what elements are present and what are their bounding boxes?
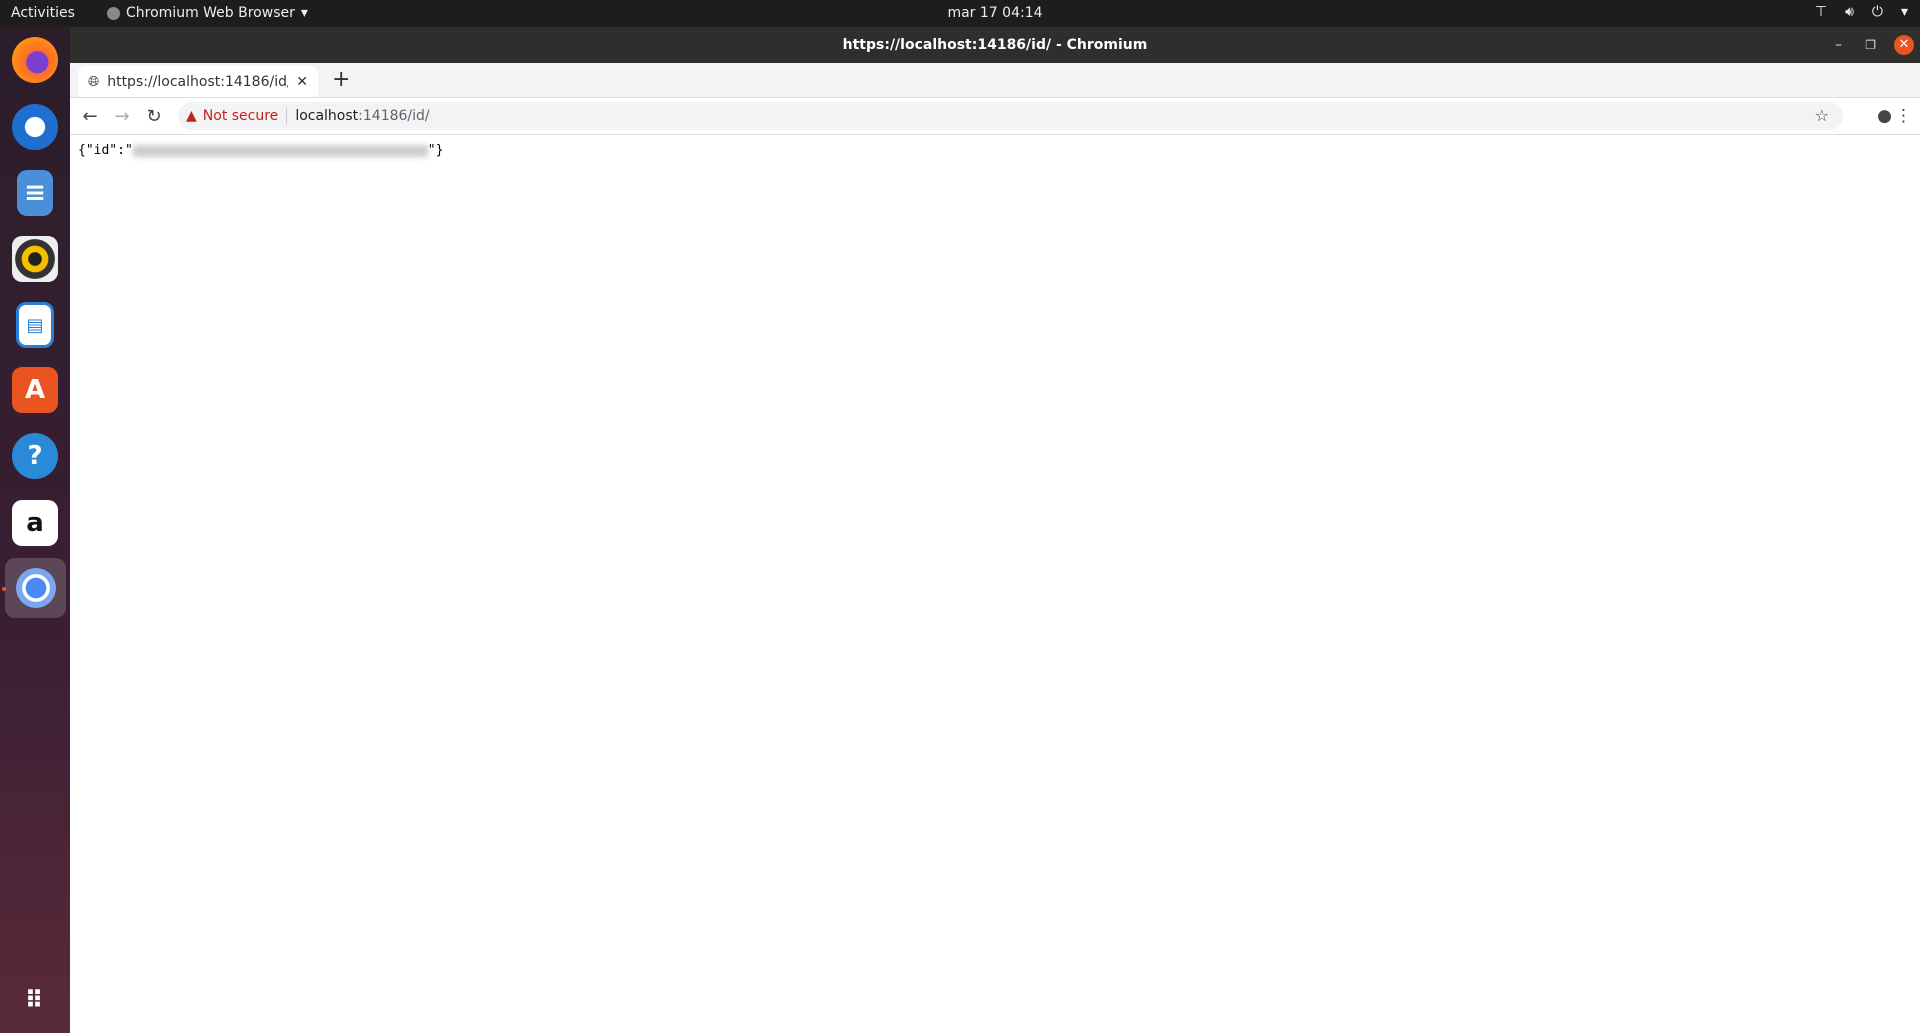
not-secure-label[interactable]: Not secure bbox=[203, 108, 279, 124]
maximize-button[interactable]: ❐ bbox=[1865, 27, 1876, 63]
dock-thunderbird-icon[interactable] bbox=[12, 104, 58, 150]
url-path: :14186/id/ bbox=[358, 108, 430, 124]
dock-rhythmbox-icon[interactable] bbox=[12, 236, 58, 282]
url-host: localhost bbox=[295, 108, 359, 124]
top-bar: Activities Chromium Web Browser ▾ mar 17 … bbox=[0, 0, 1920, 27]
volume-icon: 🔊︎ bbox=[1845, 4, 1854, 20]
dock-chromium-icon[interactable] bbox=[5, 558, 66, 618]
redacted-id-value bbox=[132, 144, 428, 157]
network-icon: ⊤ bbox=[1814, 4, 1828, 20]
profile-icon[interactable]: ● bbox=[1877, 106, 1892, 126]
dock-help-icon[interactable]: ? bbox=[12, 433, 58, 479]
clock[interactable]: mar 17 04:14 bbox=[0, 5, 1920, 21]
back-button[interactable]: ← bbox=[74, 106, 106, 127]
power-icon: ⏻ bbox=[1871, 4, 1883, 20]
forward-button[interactable]: → bbox=[106, 106, 138, 127]
dock-software-icon[interactable]: A bbox=[12, 367, 58, 413]
bookmark-star-icon[interactable]: ☆ bbox=[1815, 106, 1829, 125]
dock-writer-icon[interactable]: ▤ bbox=[16, 302, 54, 348]
address-bar[interactable]: ▲ Not secure localhost:14186/id/ ☆ bbox=[178, 102, 1843, 130]
minimize-button[interactable]: – bbox=[1835, 27, 1842, 63]
chevron-down-icon: ▾ bbox=[1900, 4, 1908, 20]
globe-icon: 🌐︎ bbox=[88, 73, 100, 90]
json-prefix: {"id":" bbox=[78, 143, 133, 158]
title-bar: https://localhost:14186/id/ - Chromium –… bbox=[70, 27, 1920, 63]
reload-button[interactable]: ↻ bbox=[138, 106, 170, 127]
dock-amazon-icon[interactable]: a bbox=[12, 500, 58, 546]
toolbar: ← → ↻ ▲ Not secure localhost:14186/id/ ☆… bbox=[70, 97, 1920, 135]
tab-strip: 🌐︎ https://localhost:14186/id/ ✕ + bbox=[70, 63, 1920, 97]
divider bbox=[286, 108, 288, 124]
json-suffix: "} bbox=[427, 143, 444, 158]
tab-title: https://localhost:14186/id/ bbox=[107, 73, 289, 90]
active-indicator bbox=[2, 587, 6, 591]
warning-icon: ▲ bbox=[186, 108, 197, 124]
tab-active[interactable]: 🌐︎ https://localhost:14186/id/ ✕ bbox=[78, 66, 318, 97]
dock-files-icon[interactable]: ≡ bbox=[17, 170, 53, 216]
browser-window: https://localhost:14186/id/ - Chromium –… bbox=[70, 27, 1920, 1033]
close-button[interactable]: ✕ bbox=[1894, 35, 1914, 55]
window-title: https://localhost:14186/id/ - Chromium bbox=[842, 37, 1148, 53]
new-tab-button[interactable]: + bbox=[332, 67, 350, 92]
dock: ≡ ▤ A ? a ⠿ bbox=[0, 27, 70, 1033]
system-tray[interactable]: ⊤ 🔊︎ ⏻ ▾ bbox=[1815, 4, 1908, 20]
menu-icon[interactable]: ⋮ bbox=[1895, 106, 1912, 126]
show-apps-icon[interactable]: ⠿ bbox=[12, 977, 58, 1023]
tab-close-icon[interactable]: ✕ bbox=[296, 74, 308, 90]
dock-firefox-icon[interactable] bbox=[12, 37, 58, 83]
page-content: {"id":" "} bbox=[70, 135, 1920, 166]
